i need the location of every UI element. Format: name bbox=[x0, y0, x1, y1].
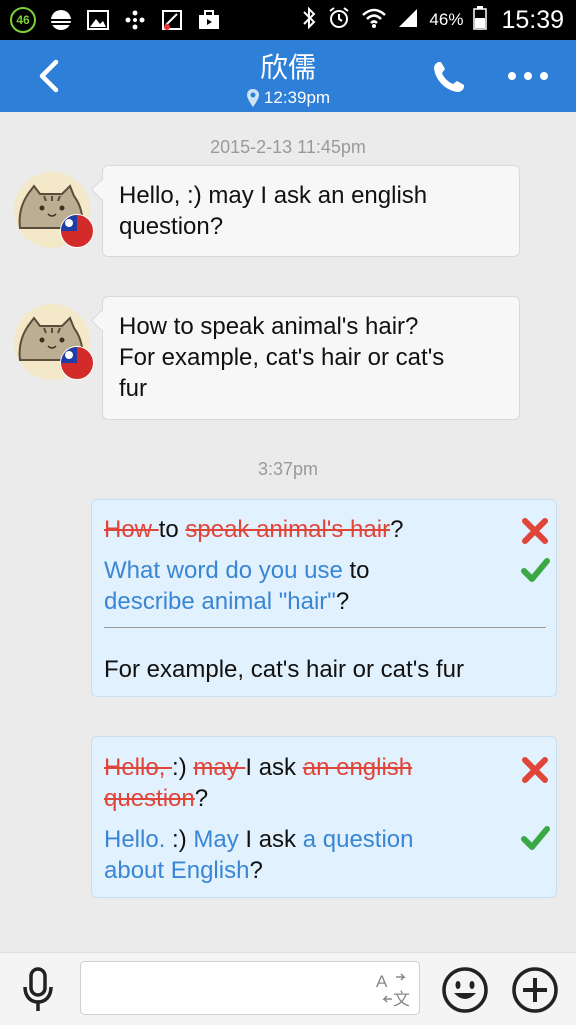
emoji-button[interactable] bbox=[440, 965, 490, 1015]
svg-text:文: 文 bbox=[393, 990, 410, 1009]
wifi-icon bbox=[361, 7, 387, 34]
check-icon bbox=[521, 826, 550, 850]
composer-bar: A 文 bbox=[0, 952, 576, 1025]
added-phrase: What word do you use bbox=[104, 557, 343, 584]
wrong-x-icon bbox=[522, 518, 548, 544]
kept-word: I ask bbox=[245, 754, 303, 781]
wrong-sentence: question? bbox=[104, 783, 208, 814]
added-phrase: describe animal "hair" bbox=[104, 588, 336, 615]
added-phrase: Hello. bbox=[104, 826, 166, 853]
translate-icon: A 文 bbox=[376, 972, 410, 1010]
alarm-icon bbox=[327, 6, 351, 35]
added-phrase: May bbox=[193, 826, 239, 853]
kept-word: :) bbox=[165, 826, 194, 853]
app-icon bbox=[160, 9, 184, 31]
incoming-message[interactable]: Hello, :) may I ask an english question? bbox=[102, 165, 520, 257]
message-timestamp: 3:37pm bbox=[257, 459, 319, 479]
battery-percent: 46% bbox=[429, 10, 464, 29]
svg-text:A: A bbox=[376, 972, 388, 991]
contact-avatar[interactable] bbox=[14, 172, 94, 248]
unchanged-sentence: For example, cat's hair or cat's fur bbox=[104, 656, 464, 683]
incoming-message[interactable]: How to speak animal's hair? For example,… bbox=[102, 296, 520, 420]
attach-button[interactable] bbox=[510, 965, 560, 1015]
struck-word: How bbox=[104, 516, 159, 543]
kept-word: ? bbox=[390, 516, 404, 543]
contact-name: 欣儒 bbox=[259, 52, 316, 83]
translate-button[interactable]: A 文 bbox=[374, 969, 414, 1010]
phone-icon bbox=[434, 62, 464, 92]
kept-word: ? bbox=[194, 785, 209, 812]
kept-word: ? bbox=[335, 588, 350, 615]
struck-word: may bbox=[193, 754, 246, 781]
kept-word: :) bbox=[172, 754, 194, 781]
gallery-icon bbox=[86, 9, 110, 31]
location-pin-icon bbox=[246, 89, 259, 107]
corrected-sentence: describe animal "hair"? bbox=[104, 586, 349, 617]
message-text-line: question? bbox=[119, 213, 224, 240]
more-dots-icon bbox=[508, 72, 548, 80]
correction-message[interactable]: How to speak animal's hair? What word do… bbox=[91, 499, 557, 697]
message-timestamp: 2015-2-13 11:45pm bbox=[210, 137, 366, 157]
added-phrase: a question bbox=[302, 826, 414, 853]
corrected-sentence: Hello. :) May I ask a question bbox=[104, 824, 414, 855]
chat-header: 欣儒 12:39pm bbox=[0, 40, 576, 112]
dots-icon bbox=[123, 9, 147, 31]
struck-word: speak animal's hair bbox=[185, 516, 391, 543]
wrong-x-icon bbox=[522, 757, 548, 783]
struck-word: question bbox=[104, 785, 195, 812]
message-input[interactable] bbox=[80, 961, 420, 1015]
wrong-sentence: Hello, :) may I ask an english bbox=[104, 752, 412, 783]
divider bbox=[104, 627, 546, 628]
corrected-sentence: about English? bbox=[104, 855, 263, 886]
taiwan-flag-icon bbox=[60, 346, 94, 380]
more-options-button[interactable] bbox=[506, 66, 550, 86]
kept-word: to bbox=[158, 516, 186, 543]
clock: 15:39 bbox=[501, 5, 564, 34]
sunset-icon bbox=[49, 9, 73, 31]
call-button[interactable] bbox=[430, 58, 468, 96]
message-text-line: fur bbox=[119, 375, 148, 402]
battery-icon bbox=[473, 5, 488, 35]
taiwan-flag-icon bbox=[60, 214, 94, 248]
corrected-sentence: What word do you use to bbox=[104, 555, 369, 586]
wrong-sentence: How to speak animal's hair? bbox=[104, 514, 403, 545]
kept-word: to bbox=[342, 557, 370, 584]
struck-word: Hello, bbox=[104, 754, 173, 781]
status-bar: 46 46% 15:39 bbox=[0, 0, 576, 40]
bluetooth-icon bbox=[301, 6, 317, 35]
message-text-line: Hello, :) may I ask an english bbox=[119, 182, 428, 209]
plus-icon bbox=[512, 967, 558, 1013]
kept-word: ? bbox=[249, 857, 263, 884]
correction-message[interactable]: Hello, :) may I ask an english question?… bbox=[91, 736, 557, 898]
local-time: 12:39pm bbox=[0, 88, 576, 108]
message-text-line: For example, cat's hair or cat's bbox=[119, 344, 445, 371]
added-phrase: about English bbox=[104, 857, 250, 884]
check-icon bbox=[521, 558, 550, 582]
notification-badge: 46 bbox=[10, 7, 36, 33]
microphone-icon bbox=[23, 967, 53, 1011]
signal-icon bbox=[397, 7, 419, 34]
message-text-line: How to speak animal's hair? bbox=[119, 313, 419, 340]
kept-word: I ask bbox=[238, 826, 303, 853]
struck-word: an english bbox=[302, 754, 413, 781]
local-time-text: 12:39pm bbox=[263, 88, 331, 107]
voice-button[interactable] bbox=[20, 965, 56, 1015]
contact-avatar[interactable] bbox=[14, 304, 94, 380]
briefcase-icon bbox=[197, 9, 221, 31]
emoji-icon bbox=[442, 967, 488, 1013]
